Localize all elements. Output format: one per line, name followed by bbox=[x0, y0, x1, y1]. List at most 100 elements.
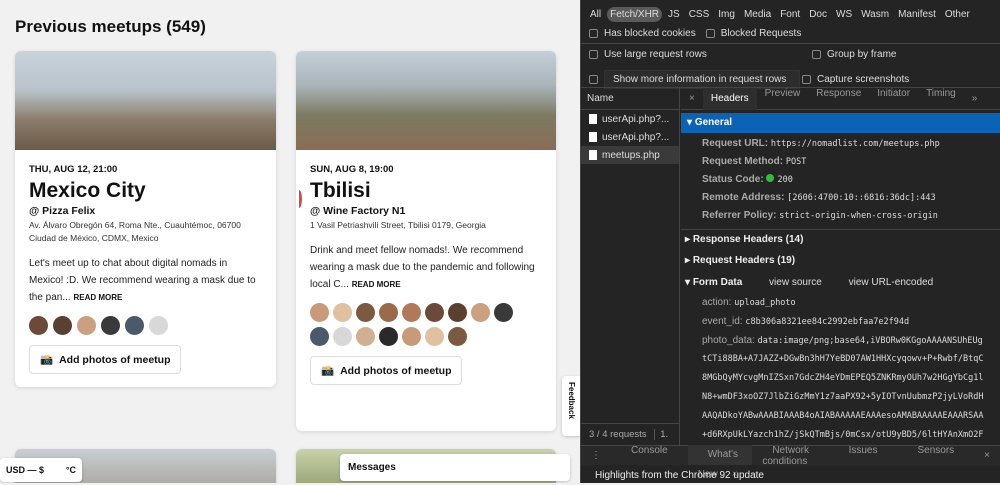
feedback-tab[interactable]: Feedback bbox=[562, 376, 580, 436]
drawer-tab[interactable]: Console bbox=[611, 445, 688, 467]
filter-js[interactable]: JS bbox=[665, 7, 683, 22]
close-drawer-icon[interactable]: × bbox=[974, 450, 1000, 461]
attendee-avatar[interactable] bbox=[471, 303, 490, 322]
add-photos-button[interactable]: 📸 Add photos of meetup bbox=[29, 345, 182, 374]
drawer-tab[interactable]: Sensors bbox=[897, 445, 974, 467]
general-section-header[interactable]: ▾ General bbox=[681, 113, 1000, 133]
filter-img[interactable]: Img bbox=[715, 7, 738, 22]
attendee-avatar[interactable] bbox=[379, 327, 398, 346]
filter-other[interactable]: Other bbox=[942, 7, 973, 22]
tab-headers[interactable]: Headers bbox=[702, 87, 757, 110]
filter-all[interactable]: All bbox=[587, 7, 604, 22]
attendee-avatar[interactable] bbox=[402, 303, 421, 322]
drawer-tab[interactable]: What's New × bbox=[687, 444, 753, 480]
filter-manifest[interactable]: Manifest bbox=[895, 7, 939, 22]
attendee-avatar[interactable] bbox=[77, 316, 96, 335]
drawer-tab[interactable]: Issues bbox=[829, 445, 898, 467]
request-row[interactable]: userApi.php?... bbox=[581, 128, 679, 146]
attendee-avatar[interactable] bbox=[402, 327, 421, 346]
drawer-menu-icon[interactable]: ⋮ bbox=[581, 450, 611, 461]
add-photos-button[interactable]: 📸 Add photos of meetup bbox=[310, 356, 463, 385]
attendee-avatar[interactable] bbox=[494, 303, 513, 322]
filter-font[interactable]: Font bbox=[777, 7, 803, 22]
general-row: Request Method: POST bbox=[702, 156, 807, 167]
has-blocked-cookies-checkbox[interactable] bbox=[589, 29, 598, 38]
name-column-header[interactable]: Name bbox=[581, 88, 679, 110]
attendee-avatar[interactable] bbox=[310, 303, 329, 322]
filter-doc[interactable]: Doc bbox=[806, 7, 830, 22]
read-more-link[interactable]: READ MORE bbox=[73, 293, 122, 302]
tab-preview[interactable]: Preview bbox=[757, 88, 809, 110]
type-filter-bar: All Fetch/XHR JS CSS Img Media Font Doc WS Wasm Ma… bbox=[587, 7, 1000, 22]
general-row: Request URL: https://nomadlist.com/meetu… bbox=[702, 138, 940, 149]
request-row[interactable]: meetups.php bbox=[581, 146, 679, 164]
meetup-city[interactable]: Tbilisi bbox=[310, 179, 542, 203]
response-headers-section[interactable]: ▸ Response Headers (14) bbox=[685, 234, 803, 245]
filter-media[interactable]: Media bbox=[741, 7, 774, 22]
close-icon[interactable]: × bbox=[681, 93, 703, 104]
show-overview-checkbox[interactable] bbox=[589, 75, 598, 84]
tab-timing[interactable]: Timing bbox=[918, 88, 964, 110]
meetup-venue: @ Wine Factory N1 bbox=[310, 205, 406, 217]
view-source-link[interactable]: view source bbox=[769, 277, 822, 288]
attendee-avatar[interactable] bbox=[356, 303, 375, 322]
attendee-avatar[interactable] bbox=[333, 327, 352, 346]
filter-fetch-xhr[interactable]: Fetch/XHR bbox=[607, 7, 663, 22]
attendee-avatar[interactable] bbox=[356, 327, 375, 346]
meetup-description: Drink and meet fellow nomads!. We recomm… bbox=[310, 245, 535, 290]
meetup-description: Let's meet up to chat about digital noma… bbox=[29, 258, 256, 303]
attendee-avatar[interactable] bbox=[149, 316, 168, 335]
file-icon bbox=[589, 114, 597, 124]
capture-screenshots-checkbox[interactable] bbox=[802, 75, 811, 84]
general-row: Remote Address: [2606:4700:10::6816:36dc… bbox=[702, 192, 936, 203]
view-url-encoded-link[interactable]: view URL-encoded bbox=[849, 277, 934, 288]
attendee-avatar[interactable] bbox=[448, 303, 467, 322]
attendee-avatar[interactable] bbox=[29, 316, 48, 335]
attendee-avatar[interactable] bbox=[379, 303, 398, 322]
attendee-avatar[interactable] bbox=[310, 327, 329, 346]
attendee-avatar[interactable] bbox=[53, 316, 72, 335]
meetup-address: Av. Álvaro Obregón 64, Roma Nte., Cuauht… bbox=[29, 220, 241, 243]
messages-button[interactable]: Messages bbox=[340, 454, 570, 481]
drawer-tab[interactable]: Network conditions bbox=[752, 445, 828, 467]
attendee-avatar[interactable] bbox=[448, 327, 467, 346]
base64-line: N8+wmDF3xoOZ7JlbZiGzMmY1z7aaPX92+5yIOTvn… bbox=[702, 392, 984, 402]
form-data-section[interactable]: ▾ Form Data view source view URL-encoded bbox=[685, 277, 933, 288]
filter-ws[interactable]: WS bbox=[833, 7, 855, 22]
read-more-link[interactable]: READ MORE bbox=[352, 280, 401, 289]
meetup-card[interactable]: SUN, AUG 8, 19:00 Tbilisi @ Wine Factory… bbox=[296, 51, 556, 431]
base64-line: AAQADkoYABwAAABIAAAB4oAIABAAAAAEAAAesoAM… bbox=[702, 411, 984, 421]
attendee-avatar[interactable] bbox=[425, 327, 444, 346]
meetup-card[interactable]: THU, AUG 12, 21:00 Mexico City @ Pizza F… bbox=[15, 51, 276, 387]
blocked-requests-checkbox[interactable] bbox=[705, 29, 715, 38]
attendee-avatar[interactable] bbox=[125, 316, 144, 335]
meetups-page: Previous meetups (549) THU, AUG 12, 21:0… bbox=[0, 0, 580, 483]
file-icon bbox=[589, 150, 597, 160]
meetup-date: SUN, AUG 8, 19:00 bbox=[310, 164, 394, 175]
group-by-frame-checkbox[interactable] bbox=[812, 50, 821, 59]
form-data-row: action: upload_photo bbox=[702, 297, 796, 308]
camera-icon: 📸 bbox=[321, 365, 335, 377]
base64-line: tCTi88BA+A7JAZZ+DGwBn3hH7YeBD07AW1HHXcyq… bbox=[702, 354, 984, 364]
camera-icon: 📸 bbox=[40, 354, 54, 366]
request-row[interactable]: userApi.php?... bbox=[581, 110, 679, 128]
attendee-avatar[interactable] bbox=[333, 303, 352, 322]
attendee-list bbox=[29, 316, 262, 335]
attendee-avatar[interactable] bbox=[425, 303, 444, 322]
attendee-avatar[interactable] bbox=[101, 316, 120, 335]
large-rows-checkbox[interactable] bbox=[589, 50, 598, 59]
more-tabs-icon[interactable]: » bbox=[964, 93, 986, 104]
meetup-photo bbox=[296, 51, 556, 150]
attendee-list bbox=[310, 303, 520, 346]
currency-units-toggle[interactable]: USD — $ °C bbox=[0, 458, 82, 482]
tab-response[interactable]: Response bbox=[808, 88, 869, 110]
meetup-venue: @ Pizza Felix bbox=[29, 205, 96, 217]
meetup-city[interactable]: Mexico City bbox=[29, 179, 262, 203]
request-headers-section[interactable]: ▸ Request Headers (19) bbox=[685, 255, 795, 266]
detail-tabs: × Headers Preview Response Initiator Timing … bbox=[681, 87, 1000, 110]
filter-wasm[interactable]: Wasm bbox=[858, 7, 892, 22]
tab-initiator[interactable]: Initiator bbox=[869, 88, 918, 110]
filter-css[interactable]: CSS bbox=[686, 7, 713, 22]
form-data-row: event_id: c8b306a8321ee84c2992ebfaa7e2f9… bbox=[702, 316, 910, 327]
request-list: Name userApi.php?... userApi.php?... meetu… bbox=[581, 88, 680, 445]
